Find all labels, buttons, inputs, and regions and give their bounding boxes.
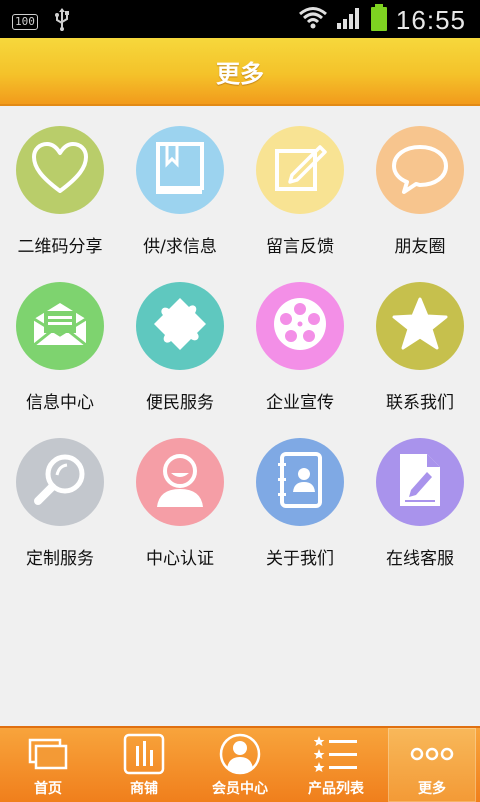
status-time: 16:55 — [395, 4, 466, 35]
grid-item-circle — [376, 438, 464, 526]
status-bar: 100 16:55 — [0, 0, 480, 38]
tab-member-center[interactable]: 会员中心 — [192, 728, 288, 802]
grid-item-qrcode-share[interactable]: 二维码分享 — [0, 104, 120, 257]
tab-label: 更多 — [418, 781, 446, 797]
grid-item-circle — [16, 126, 104, 214]
grid-item-corporate-promo[interactable]: 企业宣传 — [240, 260, 360, 413]
member-icon — [218, 732, 262, 776]
grid-item-label: 朋友圈 — [394, 237, 446, 257]
tab-label: 商铺 — [130, 781, 158, 797]
grid-item-supply-demand[interactable]: 供/求信息 — [120, 104, 240, 257]
film-reel-icon — [271, 295, 329, 357]
grid-item-label: 中心认证 — [146, 549, 214, 569]
grid-item-circle — [136, 126, 224, 214]
bottom-tab-bar: 首页 商铺 会员中心 产品列表 更多 — [0, 726, 480, 802]
grid-item-circle — [376, 282, 464, 370]
magnifier-icon — [31, 451, 89, 513]
wifi-icon — [298, 5, 328, 35]
user-icon — [151, 451, 209, 513]
grid-item-circle — [256, 438, 344, 526]
tab-shop[interactable]: 商铺 — [96, 728, 192, 802]
grid-item-online-support[interactable]: 在线客服 — [360, 416, 480, 569]
edit-icon — [272, 141, 328, 199]
tab-label: 产品列表 — [308, 781, 364, 797]
grid-item-certification[interactable]: 中心认证 — [120, 416, 240, 569]
grid-item-label: 联系我们 — [386, 393, 454, 413]
grid-item-about-us[interactable]: 关于我们 — [240, 416, 360, 569]
grid-item-label: 在线客服 — [386, 549, 454, 569]
grid-item-label: 定制服务 — [26, 549, 94, 569]
grid-item-custom-services[interactable]: 定制服务 — [0, 416, 120, 569]
grid-item-feedback[interactable]: 留言反馈 — [240, 104, 360, 257]
grid-item-public-services[interactable]: 便民服务 — [120, 260, 240, 413]
more-dots-icon — [410, 732, 454, 776]
mail-icon — [30, 299, 90, 353]
shop-bars-icon — [122, 732, 166, 776]
grid-item-label: 关于我们 — [266, 549, 334, 569]
status-right: 16:55 — [298, 4, 466, 36]
usb-icon — [52, 8, 72, 36]
windows-icon — [26, 732, 70, 776]
heart-icon — [31, 141, 89, 199]
grid-item-circle — [136, 282, 224, 370]
grid-item-label: 信息中心 — [26, 393, 94, 413]
grid-item-circle — [16, 438, 104, 526]
tab-label: 首页 — [34, 781, 62, 797]
tab-more[interactable]: 更多 — [388, 728, 476, 802]
grid-item-circle — [256, 282, 344, 370]
puzzle-icon — [151, 295, 209, 357]
grid-item-label: 二维码分享 — [17, 237, 103, 257]
tab-product-list[interactable]: 产品列表 — [288, 728, 384, 802]
tab-label: 会员中心 — [212, 781, 268, 797]
battery-level-indicator: 100 — [12, 14, 38, 30]
star-icon — [391, 296, 449, 356]
document-edit-icon — [395, 450, 445, 514]
grid-item-label: 便民服务 — [146, 393, 214, 413]
grid-item-label: 留言反馈 — [266, 237, 334, 257]
list-stars-icon — [313, 732, 358, 776]
grid-item-circle — [136, 438, 224, 526]
grid-item-message-center[interactable]: 信息中心 — [0, 260, 120, 413]
grid-item-label: 供/求信息 — [143, 237, 217, 257]
status-left: 100 — [12, 8, 72, 36]
grid-item-circle — [256, 126, 344, 214]
grid-item-moments[interactable]: 朋友圈 — [360, 104, 480, 257]
chat-bubble-icon — [390, 141, 450, 199]
battery-icon — [370, 4, 388, 36]
header-bar: 更多 — [0, 38, 480, 106]
signal-icon — [336, 5, 362, 35]
grid-item-circle — [16, 282, 104, 370]
book-icon — [153, 140, 207, 200]
tab-home[interactable]: 首页 — [0, 728, 96, 802]
contacts-icon — [273, 450, 327, 514]
grid-item-label: 企业宣传 — [266, 393, 334, 413]
grid-item-contact-us[interactable]: 联系我们 — [360, 260, 480, 413]
page-title: 更多 — [216, 59, 264, 88]
grid-item-circle — [376, 126, 464, 214]
